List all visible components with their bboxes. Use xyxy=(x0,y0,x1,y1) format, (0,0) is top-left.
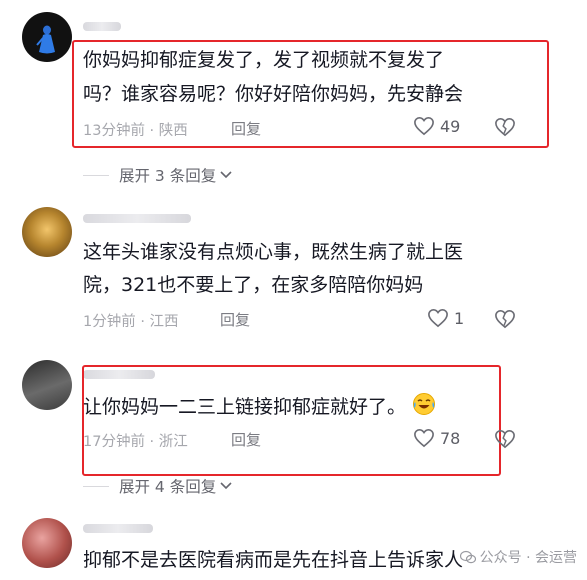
expand-replies-button[interactable]: 展开 3 条回复 xyxy=(83,164,233,186)
commenter-avatar[interactable] xyxy=(22,518,72,568)
broken-heart-icon xyxy=(495,117,515,137)
heart-icon xyxy=(414,116,434,136)
watermark: 公众号 · 会运营 xyxy=(459,547,577,567)
comment-time-location: 1分钟前 · 江西 xyxy=(83,314,179,330)
like-button[interactable]: 1 xyxy=(427,308,464,328)
comment-text-line: 院，321也不要上了，在家多陪陪你妈妈 xyxy=(83,274,424,296)
divider-line xyxy=(83,174,109,176)
comment-text: 让你妈妈一二三上链接抑郁症就好了。 xyxy=(83,396,407,418)
watermark-text: 公众号 · 会运营 xyxy=(479,550,577,566)
commenter-name-blurred[interactable] xyxy=(83,22,121,31)
like-count: 78 xyxy=(440,428,461,448)
dislike-button[interactable] xyxy=(494,429,516,453)
commenter-avatar[interactable] xyxy=(22,12,72,62)
commenter-avatar[interactable] xyxy=(22,360,72,410)
heart-icon xyxy=(428,308,448,328)
like-count: 49 xyxy=(440,116,461,136)
wechat-icon xyxy=(459,550,476,564)
laugh-cry-emoji-icon xyxy=(413,393,436,415)
reply-button[interactable]: 回复 xyxy=(231,118,261,139)
broken-heart-icon xyxy=(495,429,515,449)
expand-replies-label: 展开 4 条回复 xyxy=(119,478,217,496)
dislike-button[interactable] xyxy=(494,309,516,333)
commenter-avatar[interactable] xyxy=(22,207,72,257)
comment-time-location: 17分钟前 · 浙江 xyxy=(83,434,188,450)
chevron-down-icon xyxy=(220,482,232,490)
chevron-down-icon xyxy=(220,171,232,179)
reply-button[interactable]: 回复 xyxy=(220,309,250,330)
reply-button[interactable]: 回复 xyxy=(231,429,261,450)
comment-text-line: 抑郁不是去医院看病而是先在抖音上告诉家人 xyxy=(83,549,464,571)
commenter-name-blurred[interactable] xyxy=(83,214,191,223)
comment-text-line: 你妈妈抑郁症复发了，发了视频就不复发了 xyxy=(83,49,445,71)
divider-line xyxy=(83,485,109,487)
like-button[interactable]: 49 xyxy=(413,116,460,136)
commenter-name-blurred[interactable] xyxy=(83,524,153,533)
broken-heart-icon xyxy=(495,309,515,329)
comment-text-line: 这年头谁家没有点烦心事，既然生病了就上医 xyxy=(83,241,464,263)
heart-icon xyxy=(414,428,434,448)
like-button[interactable]: 78 xyxy=(413,428,460,448)
comment-time-location: 13分钟前 · 陕西 xyxy=(83,123,188,139)
dislike-button[interactable] xyxy=(494,117,516,141)
expand-replies-button[interactable]: 展开 4 条回复 xyxy=(83,475,233,497)
like-count: 1 xyxy=(454,308,465,328)
expand-replies-label: 展开 3 条回复 xyxy=(119,167,217,185)
comment-text-line: 让你妈妈一二三上链接抑郁症就好了。 xyxy=(83,392,436,421)
comment-text-line: 吗？谁家容易呢？你好好陪你妈妈，先安静会 xyxy=(83,83,464,105)
avatar-figure-icon xyxy=(36,25,55,54)
